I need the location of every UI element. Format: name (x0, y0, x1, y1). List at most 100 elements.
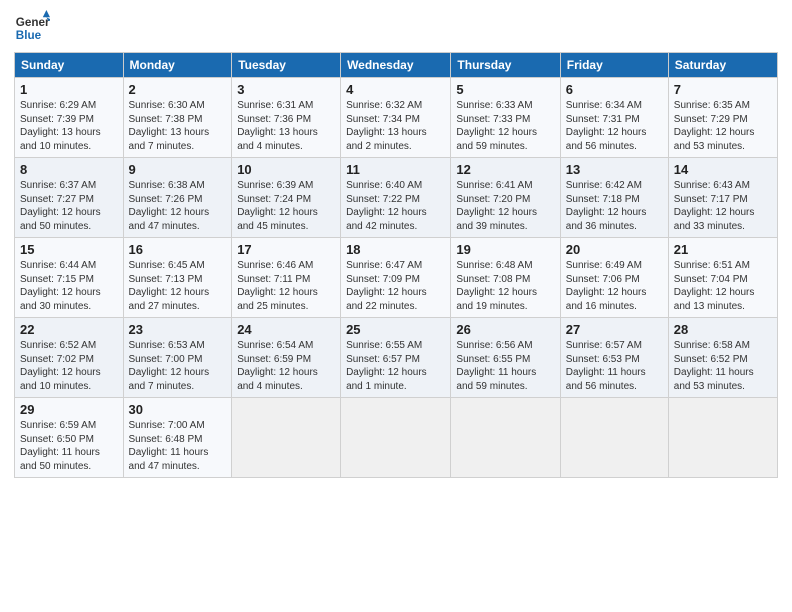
calendar-cell: 7 Sunrise: 6:35 AM Sunset: 7:29 PM Daylig… (668, 78, 777, 158)
calendar-cell: 8 Sunrise: 6:37 AM Sunset: 7:27 PM Daylig… (15, 158, 124, 238)
day-number: 28 (674, 322, 772, 337)
calendar-cell: 13 Sunrise: 6:42 AM Sunset: 7:18 PM Dayli… (560, 158, 668, 238)
day-detail: Sunrise: 6:57 AM Sunset: 6:53 PM Dayligh… (566, 339, 663, 393)
day-detail: Sunrise: 6:53 AM Sunset: 7:00 PM Dayligh… (129, 339, 227, 393)
day-number: 15 (20, 242, 118, 257)
day-detail: Sunrise: 6:49 AM Sunset: 7:06 PM Dayligh… (566, 259, 663, 313)
calendar-cell: 22 Sunrise: 6:52 AM Sunset: 7:02 PM Dayli… (15, 318, 124, 398)
day-detail: Sunrise: 6:55 AM Sunset: 6:57 PM Dayligh… (346, 339, 445, 393)
day-number: 12 (456, 162, 554, 177)
calendar-cell: 6 Sunrise: 6:34 AM Sunset: 7:31 PM Daylig… (560, 78, 668, 158)
calendar-cell: 19Sunrise: 6:48 AM Sunset: 7:08 PM Dayli… (451, 238, 560, 318)
day-number: 5 (456, 82, 554, 97)
day-number: 3 (237, 82, 335, 97)
day-number: 1 (20, 82, 118, 97)
day-number: 7 (674, 82, 772, 97)
day-number: 26 (456, 322, 554, 337)
svg-text:Blue: Blue (16, 29, 42, 42)
dow-friday: Friday (560, 53, 668, 78)
calendar-cell (232, 398, 341, 478)
calendar-cell: 17 Sunrise: 6:46 AM Sunset: 7:11 PM Dayli… (232, 238, 341, 318)
day-number: 21 (674, 242, 772, 257)
day-number: 10 (237, 162, 335, 177)
day-number: 29 (20, 402, 118, 417)
day-detail: Sunrise: 6:43 AM Sunset: 7:17 PM Dayligh… (674, 179, 772, 233)
day-detail: Sunrise: 6:40 AM Sunset: 7:22 PM Dayligh… (346, 179, 445, 233)
day-detail: Sunrise: 6:58 AM Sunset: 6:52 PM Dayligh… (674, 339, 772, 393)
day-number: 30 (129, 402, 227, 417)
day-detail: Sunrise: 6:52 AM Sunset: 7:02 PM Dayligh… (20, 339, 118, 393)
day-number: 13 (566, 162, 663, 177)
day-detail: Sunrise: 6:54 AM Sunset: 6:59 PM Dayligh… (237, 339, 335, 393)
day-number: 2 (129, 82, 227, 97)
page-header: General Blue (14, 10, 778, 46)
day-detail: Sunrise: 6:34 AM Sunset: 7:31 PM Dayligh… (566, 99, 663, 153)
day-number: 8 (20, 162, 118, 177)
day-number: 4 (346, 82, 445, 97)
day-detail: Sunrise: 6:37 AM Sunset: 7:27 PM Dayligh… (20, 179, 118, 233)
calendar-cell: 12 Sunrise: 6:41 AM Sunset: 7:20 PM Dayli… (451, 158, 560, 238)
day-detail: Sunrise: 6:44 AM Sunset: 7:15 PM Dayligh… (20, 259, 118, 313)
calendar-cell: 20 Sunrise: 6:49 AM Sunset: 7:06 PM Dayli… (560, 238, 668, 318)
day-number: 23 (129, 322, 227, 337)
day-detail: Sunrise: 6:33 AM Sunset: 7:33 PM Dayligh… (456, 99, 554, 153)
day-number: 22 (20, 322, 118, 337)
day-number: 25 (346, 322, 445, 337)
calendar-cell: 5 Sunrise: 6:33 AM Sunset: 7:33 PM Daylig… (451, 78, 560, 158)
dow-saturday: Saturday (668, 53, 777, 78)
day-detail: Sunrise: 6:42 AM Sunset: 7:18 PM Dayligh… (566, 179, 663, 233)
calendar-cell: 11 Sunrise: 6:40 AM Sunset: 7:22 PM Dayli… (341, 158, 451, 238)
calendar-cell (341, 398, 451, 478)
day-detail: Sunrise: 6:39 AM Sunset: 7:24 PM Dayligh… (237, 179, 335, 233)
calendar-cell (560, 398, 668, 478)
dow-tuesday: Tuesday (232, 53, 341, 78)
calendar-cell: 2 Sunrise: 6:30 AM Sunset: 7:38 PM Daylig… (123, 78, 232, 158)
logo: General Blue (14, 10, 52, 46)
day-number: 27 (566, 322, 663, 337)
day-detail: Sunrise: 6:46 AM Sunset: 7:11 PM Dayligh… (237, 259, 335, 313)
calendar-cell (668, 398, 777, 478)
day-detail: Sunrise: 6:38 AM Sunset: 7:26 PM Dayligh… (129, 179, 227, 233)
calendar-cell: 23 Sunrise: 6:53 AM Sunset: 7:00 PM Dayli… (123, 318, 232, 398)
calendar-cell: 29Sunrise: 6:59 AM Sunset: 6:50 PM Dayli… (15, 398, 124, 478)
calendar-cell: 14 Sunrise: 6:43 AM Sunset: 7:17 PM Dayli… (668, 158, 777, 238)
day-number: 17 (237, 242, 335, 257)
day-number: 20 (566, 242, 663, 257)
calendar-cell: 27 Sunrise: 6:57 AM Sunset: 6:53 PM Dayli… (560, 318, 668, 398)
day-number: 6 (566, 82, 663, 97)
day-detail: Sunrise: 6:41 AM Sunset: 7:20 PM Dayligh… (456, 179, 554, 233)
day-number: 11 (346, 162, 445, 177)
day-detail: Sunrise: 6:45 AM Sunset: 7:13 PM Dayligh… (129, 259, 227, 313)
calendar-cell: 26 Sunrise: 6:56 AM Sunset: 6:55 PM Dayli… (451, 318, 560, 398)
calendar-cell: 25 Sunrise: 6:55 AM Sunset: 6:57 PM Dayli… (341, 318, 451, 398)
calendar-cell: 18Sunrise: 6:47 AM Sunset: 7:09 PM Dayli… (341, 238, 451, 318)
day-number: 19 (456, 242, 554, 257)
calendar-cell: 4 Sunrise: 6:32 AM Sunset: 7:34 PM Daylig… (341, 78, 451, 158)
calendar-cell: 15 Sunrise: 6:44 AM Sunset: 7:15 PM Dayli… (15, 238, 124, 318)
day-detail: Sunrise: 6:35 AM Sunset: 7:29 PM Dayligh… (674, 99, 772, 153)
dow-monday: Monday (123, 53, 232, 78)
calendar-cell: 24 Sunrise: 6:54 AM Sunset: 6:59 PM Dayli… (232, 318, 341, 398)
calendar-cell: 10 Sunrise: 6:39 AM Sunset: 7:24 PM Dayli… (232, 158, 341, 238)
dow-wednesday: Wednesday (341, 53, 451, 78)
day-detail: Sunrise: 6:30 AM Sunset: 7:38 PM Dayligh… (129, 99, 227, 153)
day-number: 18 (346, 242, 445, 257)
calendar-cell: 30 Sunrise: 7:00 AM Sunset: 6:48 PM Dayli… (123, 398, 232, 478)
calendar-cell: 28 Sunrise: 6:58 AM Sunset: 6:52 PM Dayli… (668, 318, 777, 398)
day-detail: Sunrise: 6:29 AM Sunset: 7:39 PM Dayligh… (20, 99, 118, 153)
day-number: 24 (237, 322, 335, 337)
calendar-cell: 9Sunrise: 6:38 AM Sunset: 7:26 PM Daylig… (123, 158, 232, 238)
day-number: 14 (674, 162, 772, 177)
dow-thursday: Thursday (451, 53, 560, 78)
calendar-table: SundayMondayTuesdayWednesdayThursdayFrid… (14, 52, 778, 478)
day-number: 16 (129, 242, 227, 257)
day-detail: Sunrise: 6:31 AM Sunset: 7:36 PM Dayligh… (237, 99, 335, 153)
calendar-cell: 16 Sunrise: 6:45 AM Sunset: 7:13 PM Dayli… (123, 238, 232, 318)
day-detail: Sunrise: 6:56 AM Sunset: 6:55 PM Dayligh… (456, 339, 554, 393)
day-detail: Sunrise: 6:32 AM Sunset: 7:34 PM Dayligh… (346, 99, 445, 153)
calendar-cell (451, 398, 560, 478)
calendar-cell: 1 Sunrise: 6:29 AM Sunset: 7:39 PM Daylig… (15, 78, 124, 158)
calendar-cell: 21Sunrise: 6:51 AM Sunset: 7:04 PM Dayli… (668, 238, 777, 318)
calendar-cell: 3 Sunrise: 6:31 AM Sunset: 7:36 PM Daylig… (232, 78, 341, 158)
day-detail: Sunrise: 7:00 AM Sunset: 6:48 PM Dayligh… (129, 419, 227, 473)
